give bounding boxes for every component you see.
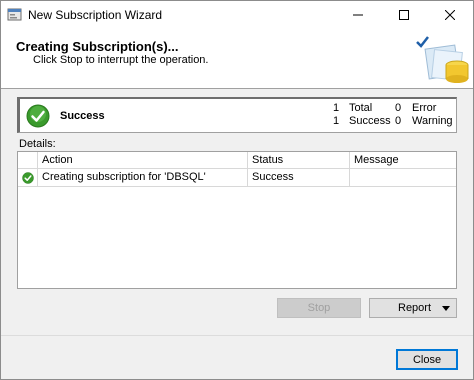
maximize-icon — [399, 10, 409, 20]
row-action: Creating subscription for 'DBSQL' — [38, 169, 248, 187]
row-status: Success — [248, 169, 350, 187]
table-row[interactable]: Creating subscription for 'DBSQL' Succes… — [18, 169, 456, 187]
page-title: Creating Subscription(s)... — [16, 39, 179, 54]
page-subtitle: Click Stop to interrupt the operation. — [33, 54, 209, 66]
footer-divider — [1, 335, 473, 336]
minimize-icon — [353, 14, 363, 16]
success-label: Success — [349, 115, 391, 127]
details-grid[interactable]: Action Status Message Creating subscript… — [17, 151, 457, 289]
dropdown-arrow-icon — [442, 306, 450, 311]
stop-button[interactable]: Stop — [277, 298, 361, 318]
report-button-label: Report — [398, 302, 432, 314]
close-button[interactable]: Close — [396, 349, 458, 370]
status-summary-panel: Success 1 Total 1 Success 0 Error 0 Warn… — [17, 97, 457, 133]
error-count: 0 — [395, 102, 402, 114]
total-label: Total — [349, 102, 373, 114]
row-icon-cell — [18, 169, 38, 187]
details-label: Details: — [19, 138, 56, 150]
total-count: 1 — [333, 102, 340, 114]
subscription-database-icon — [416, 36, 469, 83]
column-header-status[interactable]: Status — [248, 152, 350, 169]
success-check-icon — [26, 104, 50, 128]
wizard-app-icon — [7, 8, 22, 21]
minimize-button[interactable] — [335, 1, 381, 29]
close-window-button[interactable] — [427, 1, 473, 29]
window-title: New Subscription Wizard — [28, 8, 163, 22]
status-label: Success — [60, 110, 105, 122]
maximize-button[interactable] — [381, 1, 427, 29]
success-check-icon — [22, 172, 34, 184]
icon-column-header — [18, 152, 38, 169]
report-button[interactable]: Report — [369, 298, 457, 318]
grid-header: Action Status Message — [18, 152, 456, 169]
wizard-window: New Subscription Wizard Creating Subscri… — [0, 0, 474, 380]
warning-count: 0 — [395, 115, 402, 127]
column-header-message[interactable]: Message — [350, 152, 456, 169]
title-bar[interactable]: New Subscription Wizard — [1, 1, 473, 29]
close-icon — [445, 10, 455, 20]
error-label: Error — [412, 102, 437, 114]
success-count: 1 — [333, 115, 340, 127]
wizard-header: Creating Subscription(s)... Click Stop t… — [1, 29, 473, 89]
column-header-action[interactable]: Action — [38, 152, 248, 169]
warning-label: Warning — [412, 115, 453, 127]
row-message — [350, 169, 456, 187]
